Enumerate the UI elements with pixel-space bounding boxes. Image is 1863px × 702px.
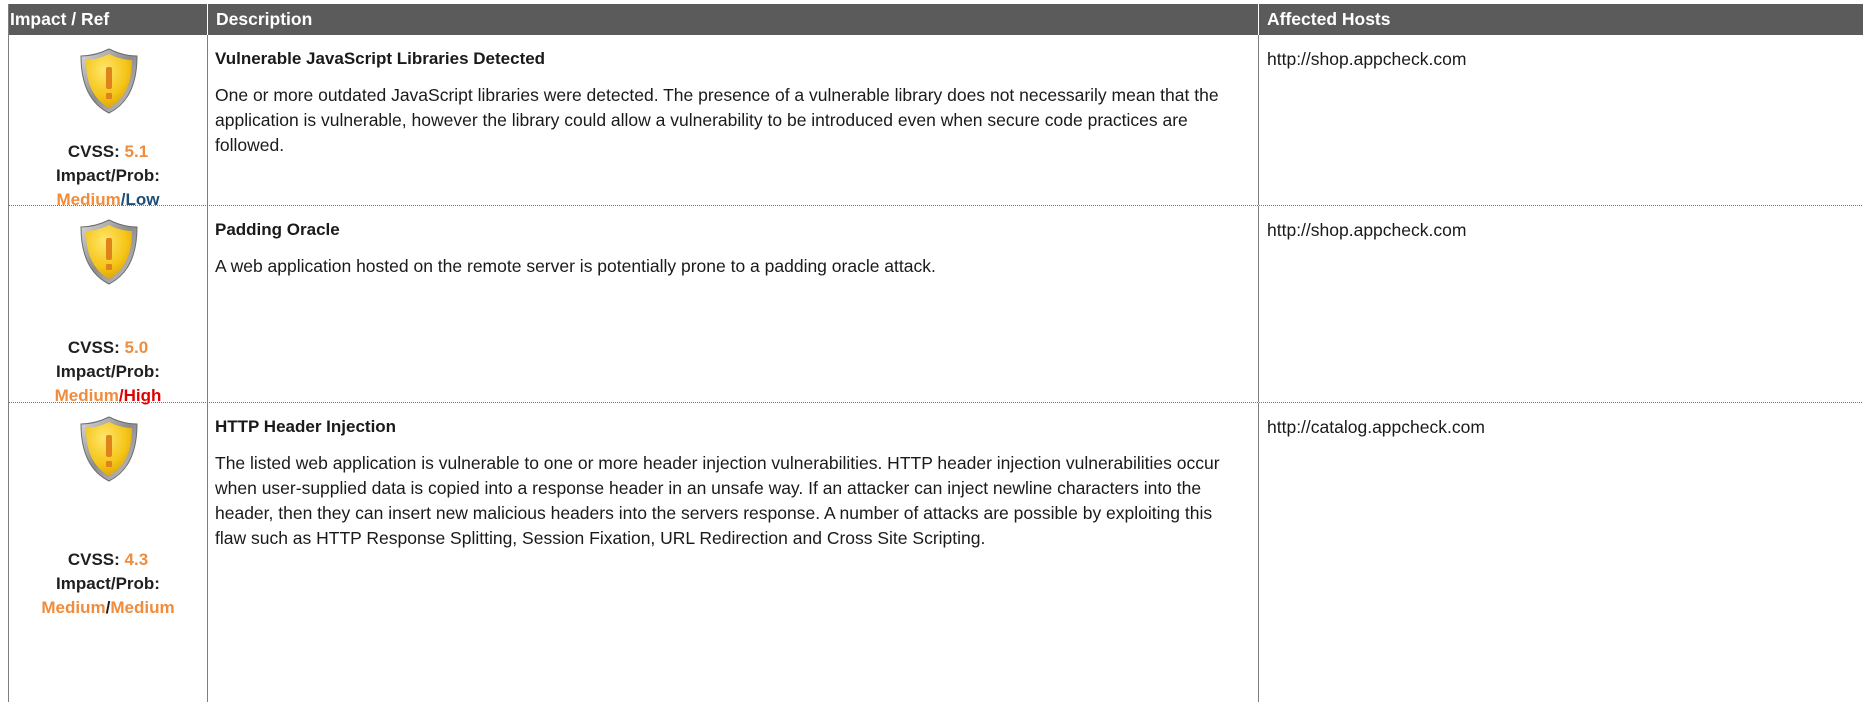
cvss-line: CVSS: 5.1 [9,140,207,164]
impact-prob-label: Impact/Prob: [56,362,160,381]
hosts-cell: http://shop.appcheck.com [1258,35,1863,205]
description-cell: Vulnerable JavaScript Libraries Detected… [207,35,1259,205]
finding-description: A web application hosted on the remote s… [215,256,936,276]
impact-cell: CVSS: 4.3 Impact/Prob: Medium/Medium [9,403,207,702]
table-row: CVSS: 5.0 Impact/Prob: Medium/High Paddi… [9,206,1863,405]
cvss-score: 5.1 [124,142,149,161]
impact-cell: CVSS: 5.1 Impact/Prob: Medium/Low [9,35,207,209]
finding-title: HTTP Header Injection [215,417,397,436]
warning-shield-icon [80,416,138,482]
warning-shield-icon [80,48,138,114]
warning-shield-icon [80,219,138,285]
cvss-score: 4.3 [124,550,149,569]
cvss-line: CVSS: 5.0 [9,336,207,360]
cvss-label: CVSS: [67,550,120,569]
cvss-score: 5.0 [124,338,149,357]
affected-host: http://shop.appcheck.com [1267,49,1467,69]
impact-cell: CVSS: 5.0 Impact/Prob: Medium/High [9,206,207,405]
finding-title: Padding Oracle [215,220,340,239]
cvss-label: CVSS: [67,338,120,357]
hosts-cell: http://shop.appcheck.com [1258,206,1863,402]
hosts-cell: http://catalog.appcheck.com [1258,403,1863,702]
header-impact-ref: Impact / Ref [10,9,110,29]
cvss-label: CVSS: [67,142,120,161]
findings-table: Impact / Ref Description Affected Hosts [8,4,1863,702]
impact-prob-label: Impact/Prob: [56,574,160,593]
description-cell: HTTP Header Injection The listed web app… [207,403,1259,702]
description-cell: Padding Oracle A web application hosted … [207,206,1259,402]
header-description: Description [207,4,1261,35]
finding-description: One or more outdated JavaScript librarie… [215,85,1219,155]
table-header: Impact / Ref Description Affected Hosts [9,4,1863,35]
finding-title: Vulnerable JavaScript Libraries Detected [215,49,546,68]
probability-level: Medium [110,598,175,617]
impact-prob-value: Medium/Medium [41,598,175,617]
impact-level: Medium [41,598,106,617]
header-affected-hosts: Affected Hosts [1258,4,1863,35]
table-row: CVSS: 5.1 Impact/Prob: Medium/Low Vulner… [9,35,1863,209]
impact-prob-label: Impact/Prob: [56,166,160,185]
table-row: CVSS: 4.3 Impact/Prob: Medium/Medium HTT… [9,403,1863,702]
affected-host: http://shop.appcheck.com [1267,220,1467,240]
cvss-line: CVSS: 4.3 [9,548,207,572]
finding-description: The listed web application is vulnerable… [215,453,1220,548]
affected-host: http://catalog.appcheck.com [1267,417,1485,437]
